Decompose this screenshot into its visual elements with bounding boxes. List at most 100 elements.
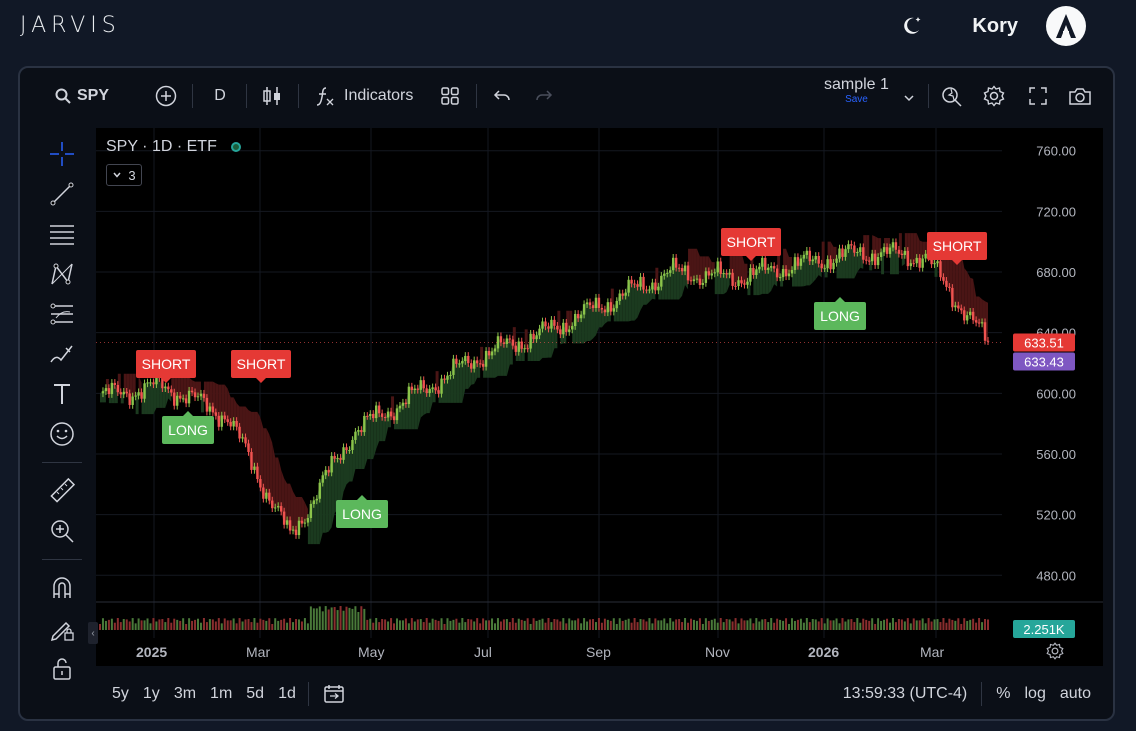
undo-icon[interactable] xyxy=(490,80,514,112)
range-5d-button[interactable]: 5d xyxy=(246,685,264,703)
range-5y-button[interactable]: 5y xyxy=(112,685,129,703)
emoji-icon[interactable] xyxy=(34,414,90,454)
unlock-icon[interactable] xyxy=(34,648,90,688)
pattern-icon[interactable] xyxy=(34,254,90,294)
candle-body xyxy=(119,392,122,395)
volume-bar xyxy=(493,623,496,630)
axis-settings-icon[interactable] xyxy=(1046,642,1064,663)
volume-bar xyxy=(850,619,853,630)
legend-collapse-button[interactable]: 3 xyxy=(106,164,142,186)
candle-body xyxy=(544,321,547,327)
chart-panel: SPY D Indicators sample 1 Save 760.00 72… xyxy=(18,66,1115,721)
crosshair-icon[interactable] xyxy=(34,134,90,174)
magnet-icon[interactable] xyxy=(34,568,90,608)
candle-body xyxy=(793,257,797,270)
candle-body xyxy=(110,382,114,395)
redo-icon[interactable] xyxy=(532,80,556,112)
candle-body xyxy=(680,268,684,272)
volume-bar xyxy=(927,618,930,630)
price-tick-label: 680.00 xyxy=(1036,265,1076,280)
chevron-down-icon[interactable] xyxy=(900,82,918,114)
volume-bar xyxy=(817,621,820,630)
compare-add-icon[interactable] xyxy=(154,80,178,112)
volume-bar xyxy=(565,623,568,630)
percent-toggle[interactable]: % xyxy=(996,685,1010,703)
range-3m-button[interactable]: 3m xyxy=(174,685,196,703)
volume-bar xyxy=(384,619,387,630)
candle-body xyxy=(918,257,921,268)
candle-body xyxy=(870,253,874,262)
trend-band-bull xyxy=(325,469,329,533)
volume-bar xyxy=(482,618,485,630)
clock-divider xyxy=(981,682,983,706)
volume-bar xyxy=(853,622,856,630)
candle-body xyxy=(404,402,408,405)
zoom-in-icon[interactable] xyxy=(34,511,90,551)
brush-icon[interactable] xyxy=(34,334,90,374)
fullscreen-icon[interactable] xyxy=(1026,80,1050,112)
volume-bar xyxy=(630,622,633,630)
volume-bar xyxy=(829,620,832,630)
price-chart[interactable]: 760.00720.00680.00640.00600.00560.00520.… xyxy=(96,128,1103,666)
trend-line-icon[interactable] xyxy=(34,174,90,214)
candle-body xyxy=(256,466,259,480)
ruler-icon[interactable] xyxy=(34,471,90,511)
moon-stars-icon[interactable] xyxy=(896,11,926,41)
volume-bar xyxy=(710,619,713,630)
candles-icon[interactable] xyxy=(260,80,284,112)
avatar[interactable] xyxy=(1046,6,1086,46)
symbol-search[interactable]: SPY xyxy=(42,80,122,112)
auto-toggle[interactable]: auto xyxy=(1060,685,1091,703)
candle-body xyxy=(841,248,844,257)
forecast-tool-icon[interactable] xyxy=(34,294,90,334)
candle-body xyxy=(618,293,621,302)
volume-bar xyxy=(615,623,618,630)
interval-button[interactable]: D xyxy=(208,80,232,112)
signal-pointer xyxy=(835,297,845,302)
gear-icon[interactable] xyxy=(982,80,1006,112)
save-link[interactable]: Save xyxy=(845,94,868,105)
candle-body xyxy=(268,492,271,501)
volume-bar xyxy=(749,618,752,630)
lock-drawings-icon[interactable] xyxy=(34,608,90,648)
range-1m-button[interactable]: 1m xyxy=(210,685,232,703)
range-1y-button[interactable]: 1y xyxy=(143,685,160,703)
quick-search-icon[interactable] xyxy=(940,80,964,112)
templates-grid-icon[interactable] xyxy=(438,80,462,112)
chart-canvas[interactable]: 760.00 720.00 680.00 640.00 600.00 560.00 520.… xyxy=(88,128,1103,666)
candle-body xyxy=(107,388,111,395)
volume-bar xyxy=(621,620,624,630)
volume-bar xyxy=(161,619,164,630)
volume-bar xyxy=(360,606,363,630)
layout-selector[interactable]: sample 1 Save xyxy=(824,76,889,105)
text-tool-icon[interactable] xyxy=(34,374,90,414)
range-1d-button[interactable]: 1d xyxy=(278,685,296,703)
time-label: 2026 xyxy=(808,644,840,660)
volume-bar xyxy=(606,619,609,630)
trend-band-bull xyxy=(456,363,460,403)
clock-timezone[interactable]: 13:59:33 (UTC-4) xyxy=(843,685,968,703)
trend-band-bull xyxy=(367,413,371,460)
date-range-icon[interactable] xyxy=(323,683,345,705)
user-name[interactable]: Kory xyxy=(972,15,1018,38)
volume-bar xyxy=(681,622,684,630)
volume-bar xyxy=(488,620,491,630)
time-label: May xyxy=(358,644,385,660)
candle-body xyxy=(565,322,568,332)
camera-icon[interactable] xyxy=(1066,80,1094,112)
candle-body xyxy=(853,245,856,253)
candle-body xyxy=(716,261,719,273)
horizontal-lines-icon[interactable] xyxy=(34,214,90,254)
candle-body xyxy=(615,301,618,309)
volume-bar xyxy=(179,620,182,630)
volume-bar xyxy=(978,618,981,630)
candle-body xyxy=(211,406,215,413)
candle-body xyxy=(342,447,345,460)
volume-bar xyxy=(695,620,698,630)
log-toggle[interactable]: log xyxy=(1025,685,1046,703)
volume-bar xyxy=(470,619,473,630)
candle-body xyxy=(633,283,636,285)
candle-body xyxy=(181,398,185,400)
indicators-button[interactable]: Indicators xyxy=(314,80,413,112)
volume-bar xyxy=(491,618,494,630)
